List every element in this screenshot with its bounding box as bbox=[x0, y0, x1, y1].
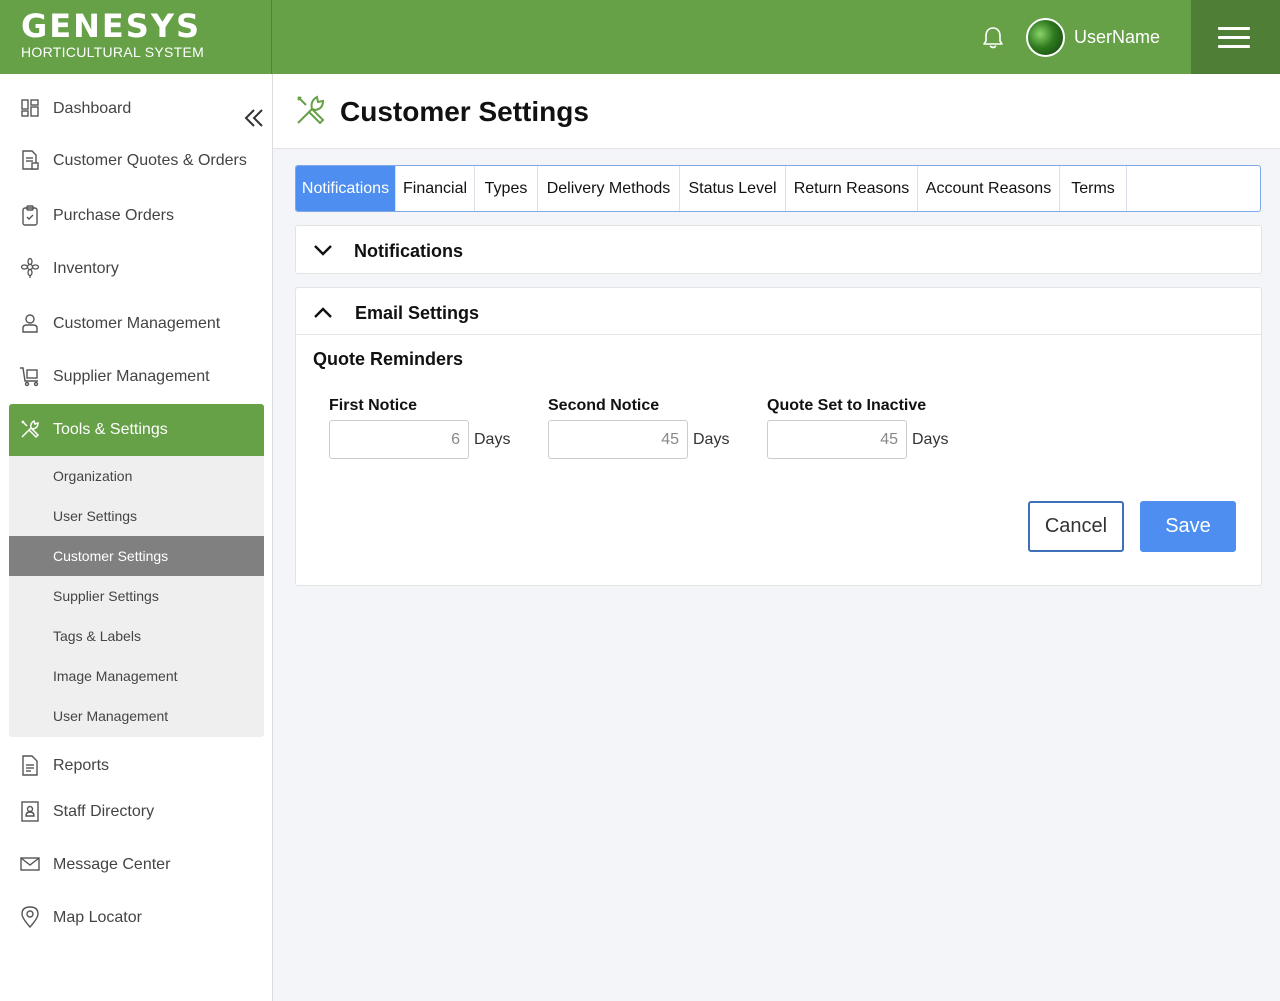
cart-icon bbox=[20, 367, 39, 387]
quote-inactive-input[interactable] bbox=[767, 420, 907, 459]
chevron-up-icon bbox=[314, 307, 332, 318]
first-notice-label: First Notice bbox=[329, 397, 418, 414]
panel-title: Notifications bbox=[354, 241, 464, 261]
sidebar-item-reports[interactable]: Reports bbox=[9, 740, 264, 792]
sidebar-item-tools-settings[interactable]: Tools & Settings bbox=[9, 404, 264, 456]
email-settings-panel-header[interactable]: Email Settings bbox=[296, 288, 1261, 335]
tab-label: Return Reasons bbox=[793, 180, 910, 197]
sidebar-subitem-user-settings[interactable]: User Settings bbox=[9, 496, 264, 536]
chevron-down-icon bbox=[314, 245, 332, 256]
avatar[interactable] bbox=[1026, 18, 1065, 57]
tab-label: Status Level bbox=[688, 180, 777, 197]
sidebar-item-inventory[interactable]: Inventory bbox=[9, 243, 264, 295]
sidebar-item-dashboard[interactable]: Dashboard bbox=[9, 83, 264, 135]
dashboard-icon bbox=[21, 99, 39, 117]
user-icon bbox=[22, 314, 38, 333]
document-icon bbox=[22, 150, 39, 170]
logo-title: GENESYS bbox=[21, 7, 202, 45]
sidebar-item-label: Tools & Settings bbox=[53, 421, 168, 438]
sidebar-item-purchase-orders[interactable]: Purchase Orders bbox=[9, 190, 264, 242]
sidebar-subitem-organization[interactable]: Organization bbox=[9, 456, 264, 496]
sidebar-item-label: Map Locator bbox=[53, 909, 142, 926]
notifications-panel-header[interactable]: Notifications bbox=[296, 226, 1261, 273]
second-notice-unit: Days bbox=[693, 431, 730, 448]
clipboard-check-icon bbox=[22, 205, 38, 226]
quote-inactive-label: Quote Set to Inactive bbox=[767, 397, 927, 414]
tab-notifications[interactable]: Notifications bbox=[296, 166, 396, 211]
bell-icon[interactable] bbox=[979, 24, 1007, 52]
sidebar-subitem-tags-labels[interactable]: Tags & Labels bbox=[9, 616, 264, 656]
section-title: Quote Reminders bbox=[313, 349, 464, 369]
contact-book-icon bbox=[21, 801, 39, 822]
hamburger-icon bbox=[1218, 27, 1250, 30]
page-header: Customer Settings bbox=[273, 74, 1280, 149]
tab-types[interactable]: Types bbox=[475, 166, 538, 211]
tab-return-reasons[interactable]: Return Reasons bbox=[786, 166, 918, 211]
tab-label: Terms bbox=[1071, 180, 1115, 197]
sidebar-item-label: Message Center bbox=[53, 856, 171, 873]
username[interactable]: UserName bbox=[1074, 27, 1160, 48]
second-notice-input[interactable] bbox=[548, 420, 688, 459]
sidebar-item-label: Supplier Management bbox=[53, 368, 210, 385]
save-button[interactable]: Save bbox=[1140, 501, 1236, 552]
sidebar: Dashboard Customer Quotes & Orders Purch… bbox=[0, 74, 273, 1001]
sidebar-subitem-label: Customer Settings bbox=[53, 548, 169, 564]
settings-tabs: Notifications Financial Types Delivery M… bbox=[295, 165, 1261, 212]
tab-label: Delivery Methods bbox=[546, 180, 671, 197]
sidebar-item-label: Reports bbox=[53, 757, 110, 774]
sidebar-item-label: Staff Directory bbox=[53, 803, 155, 820]
sidebar-subitem-customer-settings[interactable]: Customer Settings bbox=[9, 536, 264, 576]
quote-inactive-unit: Days bbox=[912, 431, 949, 448]
page-title: Customer Settings bbox=[340, 96, 589, 127]
second-notice-label: Second Notice bbox=[548, 397, 660, 414]
first-notice-input[interactable] bbox=[329, 420, 469, 459]
tab-label: Types bbox=[484, 180, 528, 197]
panel-title: Email Settings bbox=[355, 303, 480, 323]
cancel-button[interactable]: Cancel bbox=[1028, 501, 1124, 552]
sidebar-item-label: Inventory bbox=[53, 260, 119, 277]
tab-status-level[interactable]: Status Level bbox=[680, 166, 786, 211]
sidebar-item-label: Dashboard bbox=[53, 100, 132, 117]
sidebar-item-supplier-management[interactable]: Supplier Management bbox=[9, 351, 264, 403]
sidebar-subitem-label: User Management bbox=[53, 708, 169, 724]
sidebar-item-map-locator[interactable]: Map Locator bbox=[9, 892, 264, 944]
hamburger-menu-button[interactable] bbox=[1191, 0, 1280, 74]
first-notice-unit: Days bbox=[474, 431, 511, 448]
sidebar-subitem-supplier-settings[interactable]: Supplier Settings bbox=[9, 576, 264, 616]
tools-icon bbox=[21, 419, 40, 439]
notifications-panel: Notifications bbox=[295, 225, 1262, 274]
email-settings-panel: Email Settings Quote Reminders First Not… bbox=[295, 287, 1262, 586]
sidebar-item-label: Purchase Orders bbox=[53, 207, 174, 224]
tab-financial[interactable]: Financial bbox=[396, 166, 475, 211]
tab-label: Notifications bbox=[301, 180, 390, 197]
sidebar-item-customer-management[interactable]: Customer Management bbox=[9, 298, 264, 350]
sidebar-subitem-label: Supplier Settings bbox=[53, 588, 159, 604]
envelope-icon bbox=[20, 857, 40, 871]
logo[interactable]: GENESYS HORTICULTURAL SYSTEM bbox=[0, 0, 272, 74]
tab-label: Financial bbox=[402, 180, 468, 197]
sidebar-item-staff-directory[interactable]: Staff Directory bbox=[9, 786, 264, 838]
sidebar-item-customer-quotes-orders[interactable]: Customer Quotes & Orders bbox=[9, 135, 264, 187]
sidebar-subitem-label: Image Management bbox=[53, 668, 178, 684]
collapse-sidebar-icon[interactable] bbox=[241, 105, 267, 131]
logo-subtitle: HORTICULTURAL SYSTEM bbox=[21, 44, 205, 60]
report-icon bbox=[22, 755, 38, 776]
sidebar-subitem-image-management[interactable]: Image Management bbox=[9, 656, 264, 696]
sidebar-subitem-label: Tags & Labels bbox=[53, 628, 141, 644]
flower-icon bbox=[20, 257, 40, 278]
sidebar-item-label: Customer Quotes & Orders bbox=[53, 152, 247, 169]
sidebar-subitem-label: Organization bbox=[53, 468, 133, 484]
tools-submenu: Organization User Settings Customer Sett… bbox=[9, 456, 264, 737]
sidebar-item-message-center[interactable]: Message Center bbox=[9, 839, 264, 891]
sidebar-item-label: Customer Management bbox=[53, 315, 221, 332]
tools-icon bbox=[297, 95, 325, 125]
tab-account-reasons[interactable]: Account Reasons bbox=[918, 166, 1060, 211]
sidebar-subitem-label: User Settings bbox=[53, 508, 138, 524]
tab-label: Account Reasons bbox=[925, 180, 1052, 197]
sidebar-subitem-user-management[interactable]: User Management bbox=[9, 696, 264, 736]
top-bar: GENESYS HORTICULTURAL SYSTEM UserName bbox=[0, 0, 1280, 74]
tab-delivery-methods[interactable]: Delivery Methods bbox=[538, 166, 680, 211]
map-pin-icon bbox=[21, 906, 39, 928]
tab-terms[interactable]: Terms bbox=[1060, 166, 1127, 211]
